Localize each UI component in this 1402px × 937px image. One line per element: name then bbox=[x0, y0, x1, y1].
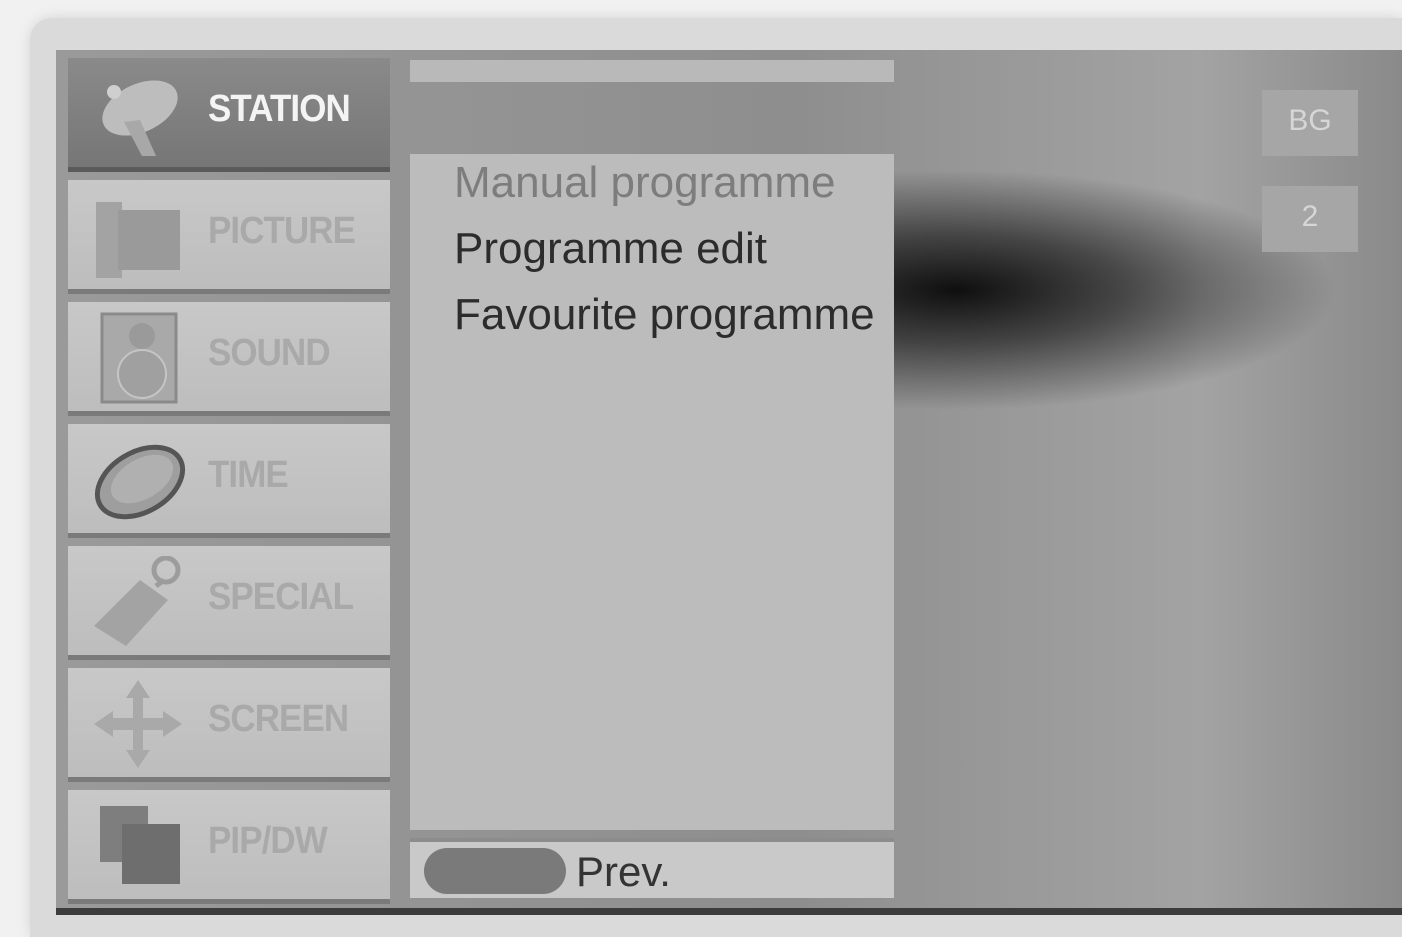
menu-item-programme-edit[interactable]: Programme edit bbox=[454, 224, 767, 274]
osd-bottom-border bbox=[56, 908, 1402, 915]
sidebar-item-label: SPECIAL bbox=[208, 576, 354, 618]
sidebar-item-label: PIP/DW bbox=[208, 820, 328, 862]
sidebar-item-label: STATION bbox=[208, 88, 351, 130]
sidebar-item-time[interactable]: TIME bbox=[68, 424, 390, 538]
menu-item-favourite-programme[interactable]: Favourite programme bbox=[454, 290, 875, 340]
pip-icon bbox=[100, 806, 180, 884]
sidebar-item-pipdw[interactable]: PIP/DW bbox=[68, 790, 390, 904]
satellite-dish-icon bbox=[102, 80, 178, 156]
speaker-icon bbox=[100, 312, 178, 404]
sidebar-item-sound[interactable]: SOUND bbox=[68, 302, 390, 416]
sidebar-item-label: SOUND bbox=[208, 332, 331, 374]
prev-label: Prev. bbox=[576, 848, 671, 895]
submenu-footer: Prev. bbox=[410, 838, 894, 898]
sidebar-item-label: SCREEN bbox=[208, 698, 349, 740]
tag-icon bbox=[94, 556, 181, 646]
clock-icon bbox=[94, 444, 186, 520]
submenu-title-bar bbox=[410, 60, 894, 82]
sidebar-item-screen[interactable]: SCREEN bbox=[68, 668, 390, 782]
sidebar-item-label: PICTURE bbox=[208, 210, 356, 252]
station-submenu: Manual programme Programme edit Favourit… bbox=[410, 154, 894, 830]
prev-button[interactable] bbox=[424, 848, 566, 894]
sidebar-item-special[interactable]: SPECIAL bbox=[68, 546, 390, 660]
move-arrows-icon bbox=[94, 680, 182, 768]
sidebar-item-picture[interactable]: PICTURE bbox=[68, 180, 390, 294]
sidebar-item-station[interactable]: STATION bbox=[68, 58, 390, 172]
sidebar-item-label: TIME bbox=[208, 454, 289, 496]
picture-icon bbox=[96, 202, 180, 278]
menu-item-manual-programme[interactable]: Manual programme bbox=[454, 158, 836, 208]
channel-number-badge: 2 bbox=[1262, 186, 1358, 252]
sound-system-badge: BG bbox=[1262, 90, 1358, 156]
